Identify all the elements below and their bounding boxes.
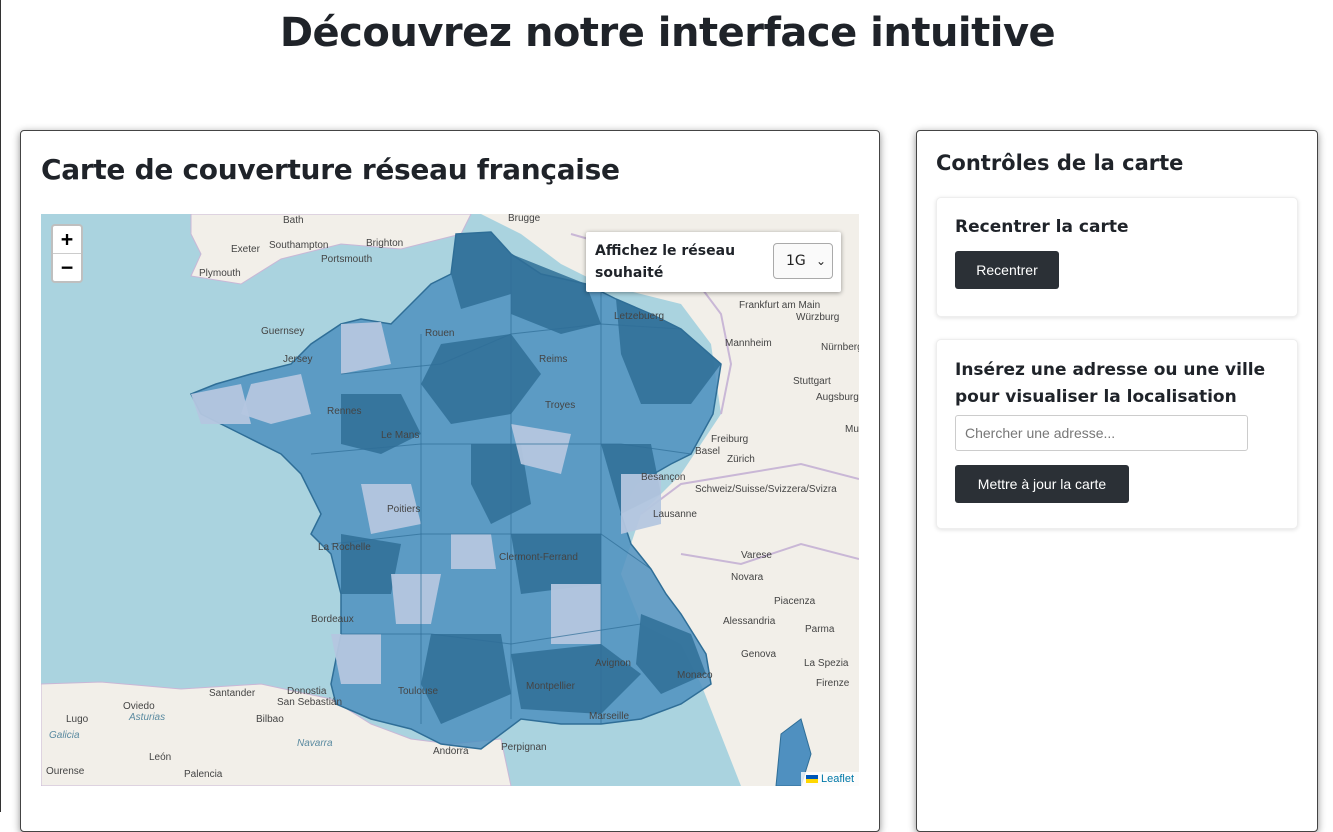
place-label: Montpellier <box>526 681 575 692</box>
chevron-down-icon: ⌄ <box>815 254 826 268</box>
coverage-map[interactable]: Bath Brugge Exeter Southampton Brighton … <box>41 214 859 786</box>
place-label: Perpignan <box>501 742 547 753</box>
place-label: Palencia <box>184 769 223 780</box>
zoom-in-button[interactable]: + <box>53 226 81 253</box>
place-label: Asturias <box>129 712 166 723</box>
place-label: Marseille <box>589 711 630 722</box>
place-label: Mun <box>845 424 859 435</box>
zoom-control: + − <box>51 224 83 283</box>
address-panel: Insérez une adresse ou une ville pour vi… <box>936 339 1298 529</box>
place-label: Zürich <box>727 454 755 465</box>
place-label: Varese <box>741 550 772 561</box>
place-label: Portsmouth <box>321 254 373 265</box>
place-label: Lugo <box>66 714 89 725</box>
controls-card: Contrôles de la carte Recentrer la carte… <box>916 130 1318 832</box>
place-label: Avignon <box>595 658 631 669</box>
place-label: Besançon <box>641 472 686 483</box>
place-label: Rennes <box>327 406 362 417</box>
map-card: Carte de couverture réseau française Bat… <box>20 130 880 832</box>
recenter-panel: Recentrer la carte Recentrer <box>936 197 1298 317</box>
map-tiles[interactable] <box>41 214 859 786</box>
place-label: Parma <box>805 624 835 635</box>
place-label: Exeter <box>231 244 260 255</box>
place-label: Lausanne <box>653 509 697 520</box>
place-label: Oviedo <box>123 701 155 712</box>
place-label: Andorra <box>433 746 469 757</box>
place-label: Firenze <box>816 678 850 689</box>
place-label: La Spezia <box>804 658 849 669</box>
place-label: Troyes <box>545 400 576 411</box>
update-map-button[interactable]: Mettre à jour la carte <box>955 465 1129 503</box>
place-label: Rouen <box>425 328 455 339</box>
place-label: Galicia <box>49 730 80 741</box>
place-label: León <box>149 752 172 763</box>
map-card-title: Carte de couverture réseau française <box>41 153 620 186</box>
place-label: Monaco <box>677 670 713 681</box>
place-label: Southampton <box>269 240 329 251</box>
network-select-value: 1G <box>786 253 806 269</box>
place-label: Nürnberg <box>821 342 859 353</box>
zoom-out-button[interactable]: − <box>53 253 81 281</box>
map-attribution[interactable]: Leaflet <box>800 772 859 786</box>
place-label: Brugge <box>508 214 541 224</box>
place-label: Piacenza <box>774 596 816 607</box>
controls-title: Contrôles de la carte <box>936 151 1184 175</box>
place-label: Schweiz/Suisse/Svizzera/Svizra <box>695 484 837 495</box>
place-label: Ourense <box>46 766 85 777</box>
place-label: Donostia <box>287 686 327 697</box>
place-label: Bordeaux <box>311 614 354 625</box>
attribution-link[interactable]: Leaflet <box>821 773 854 785</box>
place-label: Navarra <box>297 738 333 749</box>
place-label: Freiburg <box>711 434 749 445</box>
page-title: Découvrez notre interface intuitive <box>279 10 1056 56</box>
place-label: Mannheim <box>725 338 772 349</box>
place-label: Reims <box>539 354 568 365</box>
recenter-button[interactable]: Recentrer <box>955 251 1059 289</box>
place-label: Alessandria <box>723 616 776 627</box>
place-label: Genova <box>741 649 777 660</box>
place-label: Augsburg <box>816 392 859 403</box>
place-label: Guernsey <box>261 326 305 337</box>
place-label: Brighton <box>366 238 404 249</box>
place-label: Toulouse <box>398 686 439 697</box>
place-label: Frankfurt am Main <box>739 300 821 311</box>
place-label: Poitiers <box>387 504 421 515</box>
place-label: Santander <box>209 688 256 699</box>
place-label: Plymouth <box>199 268 241 279</box>
place-label: Bilbao <box>256 714 284 725</box>
place-label: Le Mans <box>381 430 420 441</box>
place-label: San Sebastián <box>277 697 343 708</box>
place-label: Bath <box>283 215 304 226</box>
address-heading: Insérez une adresse ou une ville pour vi… <box>955 360 1266 407</box>
address-search-input[interactable] <box>955 415 1248 451</box>
place-label: Clermont-Ferrand <box>499 552 578 563</box>
network-selector-label: Affichez le réseau souhaité <box>595 243 736 281</box>
network-select[interactable]: 1G ⌄ <box>773 243 833 279</box>
place-label: Würzburg <box>796 312 840 323</box>
place-label: La Rochelle <box>318 542 371 553</box>
recenter-heading: Recentrer la carte <box>955 217 1129 237</box>
network-selector-panel: Affichez le réseau souhaité 1G ⌄ <box>586 232 841 292</box>
place-label: Basel <box>695 446 721 457</box>
place-label: Stuttgart <box>793 376 831 387</box>
place-label: Letzebuerg <box>614 311 665 322</box>
ukraine-flag-icon <box>805 775 818 783</box>
place-label: Jersey <box>283 354 313 365</box>
place-label: Novara <box>731 572 764 583</box>
